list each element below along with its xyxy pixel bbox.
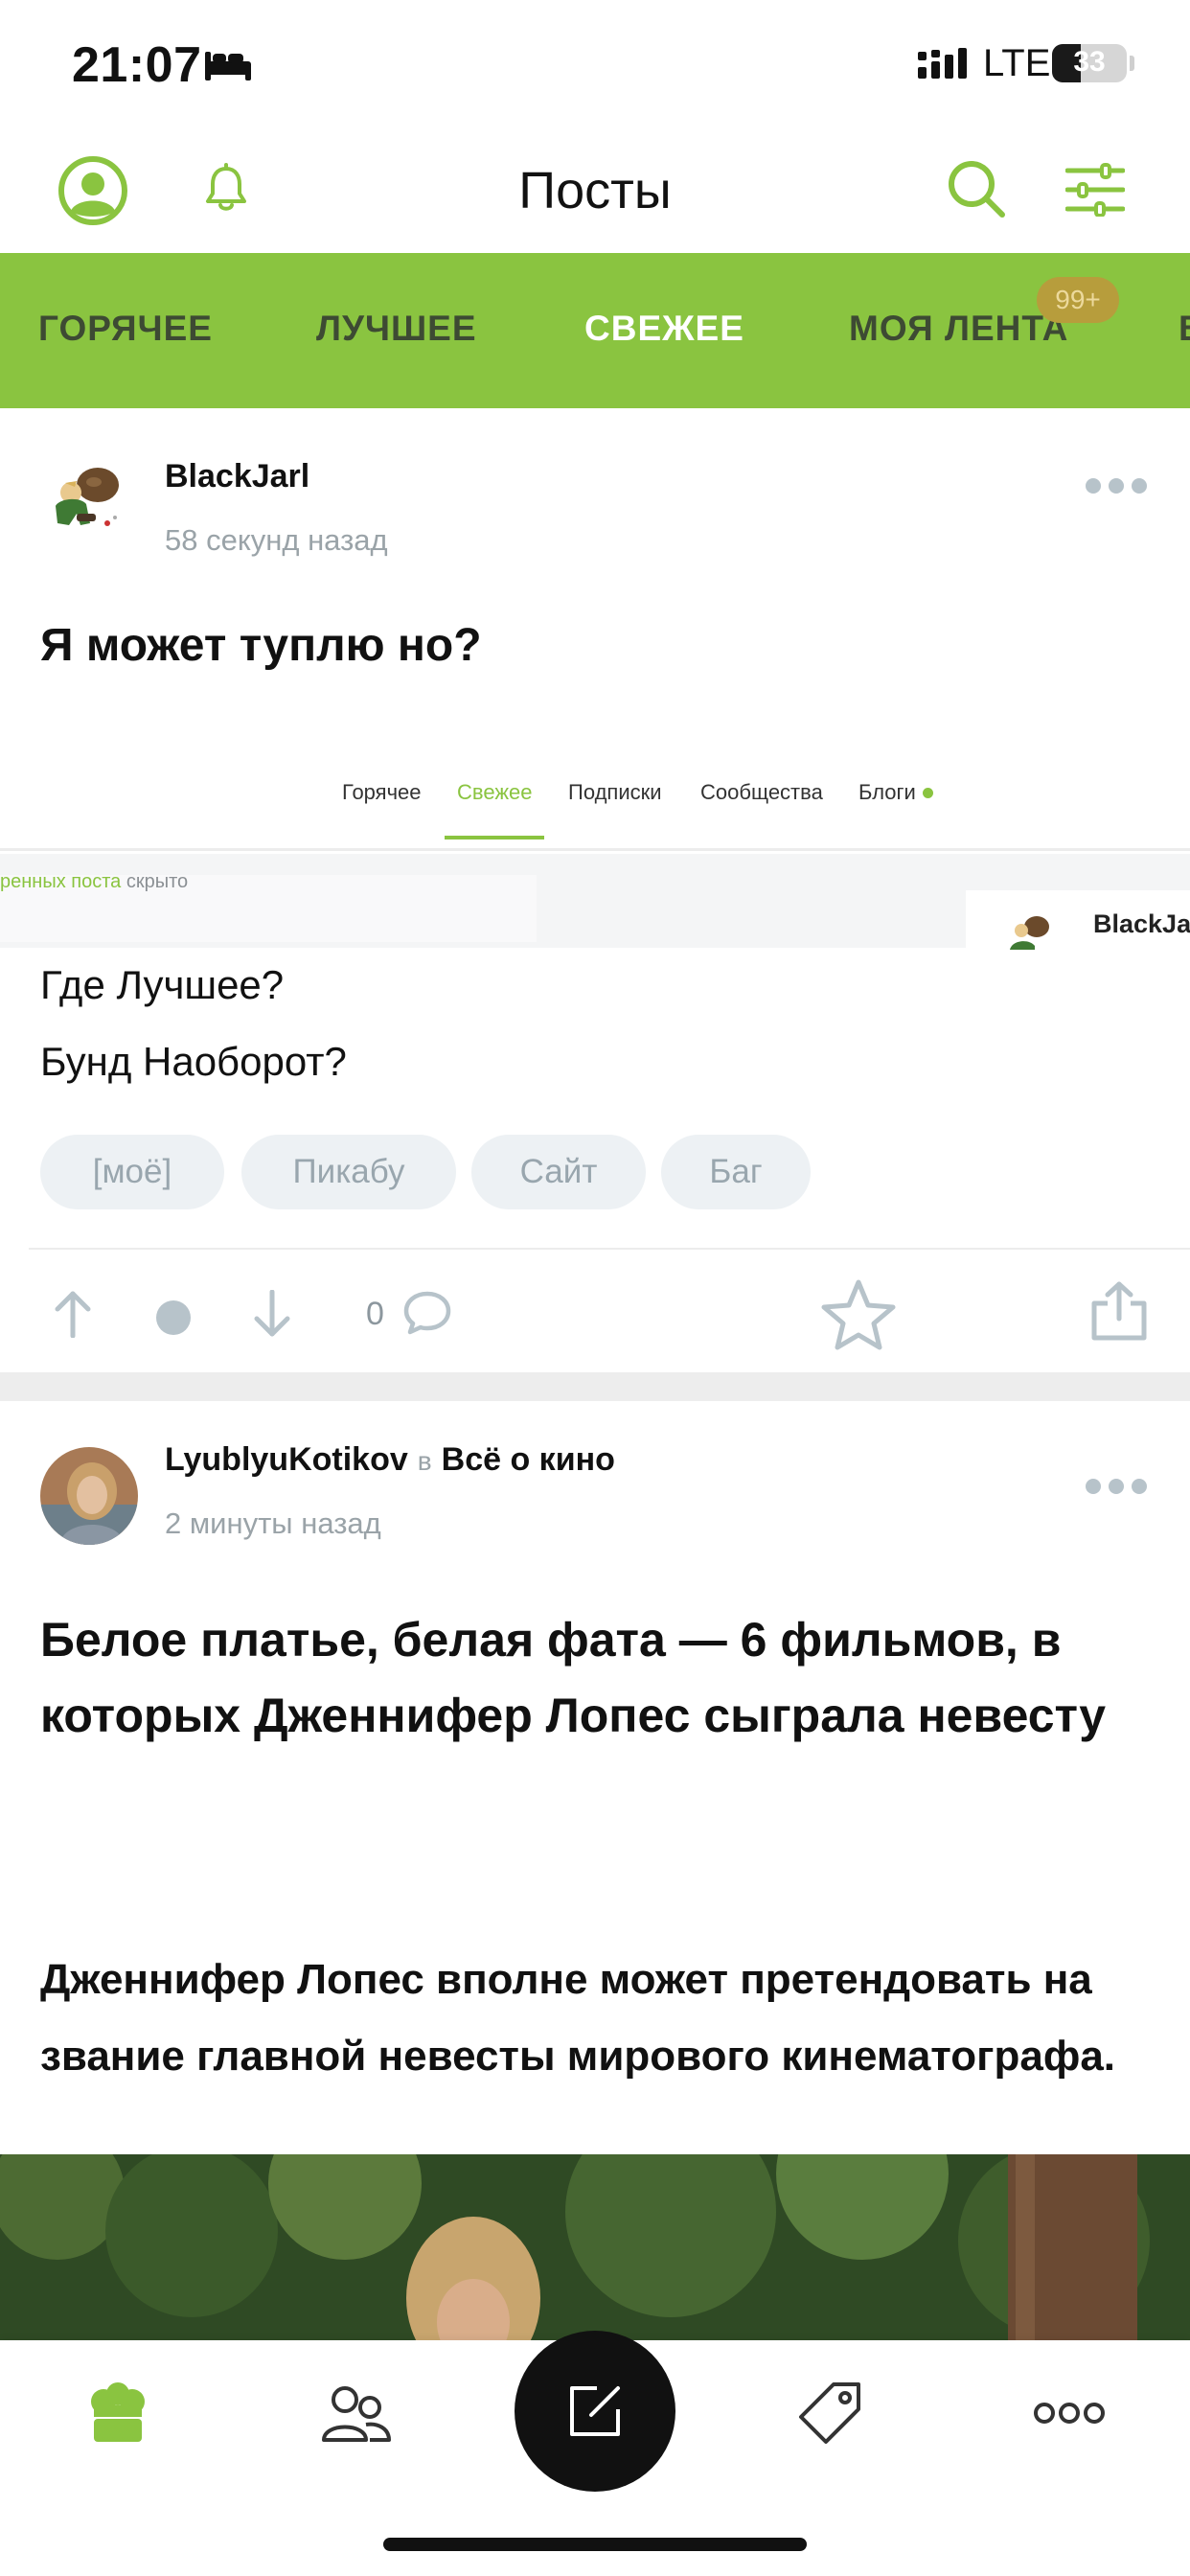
new-post-icon (570, 2386, 620, 2436)
post-time: 2 минуты назад (165, 1506, 381, 1540)
screenshot-avatar (1010, 916, 1049, 950)
upvote-icon[interactable] (54, 1290, 92, 1338)
battery-level: 33 (1073, 46, 1106, 78)
tab-best[interactable]: ЛУЧШЕЕ (316, 309, 477, 349)
star-icon[interactable] (820, 1278, 897, 1351)
tag-chip[interactable]: [моё] (40, 1135, 224, 1209)
page-title: Посты (518, 162, 672, 219)
comment-icon[interactable] (402, 1290, 452, 1336)
post-body-line: Где Лучшее? (40, 962, 285, 1007)
screenshot-tab-underline (445, 836, 544, 840)
screenshot-tab-active: Свежее (457, 780, 533, 804)
community-link[interactable]: Всё о кино (442, 1441, 615, 1478)
share-icon[interactable] (1090, 1280, 1148, 1342)
sleep-mode-icon (205, 52, 251, 80)
signal-icon (918, 48, 967, 79)
tag-chip[interactable]: Баг (661, 1135, 811, 1209)
screenshot-hidden-text: ренных поста скрыто (0, 871, 189, 892)
battery-cap (1130, 56, 1134, 71)
network-label: LTE (983, 42, 1051, 84)
author-avatar[interactable] (38, 456, 134, 552)
screenshot-author-name: BlackJa (1093, 909, 1190, 938)
screenshot-author-card: BlackJa (966, 890, 1190, 950)
post-card: BlackJarl 58 секунд назад Я может туплю … (0, 408, 1190, 1372)
post-photo (0, 2154, 1190, 2340)
in-word: в (417, 1446, 432, 1476)
home-icon[interactable] (88, 2382, 148, 2444)
screenshot-online-dot (923, 788, 933, 798)
post-separator (0, 1372, 1190, 1401)
author-avatar[interactable] (40, 1447, 138, 1545)
tab-fresh[interactable]: СВЕЖЕЕ (584, 309, 744, 349)
divider (29, 1248, 1190, 1250)
downvote-icon[interactable] (253, 1290, 291, 1338)
screenshot-nav: Горячее Свежее Подписки Сообщества Блоги (0, 715, 1190, 851)
screenshot-content: ренных поста скрыто BlackJa (0, 854, 1190, 950)
more-options-icon[interactable] (1085, 1476, 1148, 1497)
filter-settings-icon[interactable] (1065, 163, 1125, 217)
new-post-button[interactable] (515, 2331, 675, 2492)
search-icon[interactable] (945, 157, 1008, 220)
more-options-icon[interactable] (1085, 475, 1148, 496)
post-lead: Дженнифер Лопес вполне может претендоват… (40, 1956, 1116, 2080)
app-header: Посты (0, 134, 1190, 253)
screenshot-tab: Горячее (342, 780, 422, 804)
home-indicator[interactable] (383, 2538, 807, 2551)
screenshot-tab: Блоги (858, 780, 916, 804)
status-time: 21:07 (72, 37, 202, 93)
post-actions: 0 (0, 1252, 1190, 1372)
post-image-screenshot[interactable]: Горячее Свежее Подписки Сообщества Блоги… (0, 715, 1190, 1309)
communities-icon[interactable] (320, 2384, 393, 2444)
my-feed-badge: 99+ (1037, 277, 1119, 323)
tab-hot[interactable]: ГОРЯЧЕЕ (38, 309, 213, 349)
post-title[interactable]: Белое платье, белая фата — 6 фильмов, в … (40, 1602, 1161, 1754)
tag-chip[interactable]: Пикабу (241, 1135, 456, 1209)
feed-tabs: ГОРЯЧЕЕ ЛУЧШЕЕ СВЕЖЕЕ МОЯ ЛЕНТА 99+ B (0, 253, 1190, 408)
post-title[interactable]: Я может туплю но? (40, 619, 482, 672)
battery-icon: 33 (1052, 44, 1127, 82)
post-time: 58 секунд назад (165, 523, 388, 557)
screenshot-tab: Подписки (568, 780, 662, 804)
post-body-line: Бунд Наоборот? (40, 1039, 347, 1084)
more-icon[interactable] (1033, 2402, 1106, 2425)
post-image[interactable] (0, 2154, 1190, 2340)
tag-chip[interactable]: Сайт (471, 1135, 646, 1209)
comment-count[interactable]: 0 (366, 1296, 384, 1333)
post-author[interactable]: LyublyuKotikov (165, 1441, 408, 1478)
post-author[interactable]: BlackJarl (165, 458, 309, 495)
tab-next-partial[interactable]: B (1179, 309, 1190, 349)
post-card: LyublyuKotikov в Всё о кино 2 минуты назад… (0, 1401, 1190, 2154)
screenshot-tab: Сообщества (700, 780, 823, 804)
tab-my-feed[interactable]: МОЯ ЛЕНТА (849, 309, 1068, 349)
tags-icon[interactable] (797, 2379, 864, 2446)
rating-dot-icon (156, 1300, 191, 1335)
status-bar: 21:07 LTE 33 (0, 0, 1190, 134)
post-author-line: LyublyuKotikov в Всё о кино (165, 1441, 615, 1479)
